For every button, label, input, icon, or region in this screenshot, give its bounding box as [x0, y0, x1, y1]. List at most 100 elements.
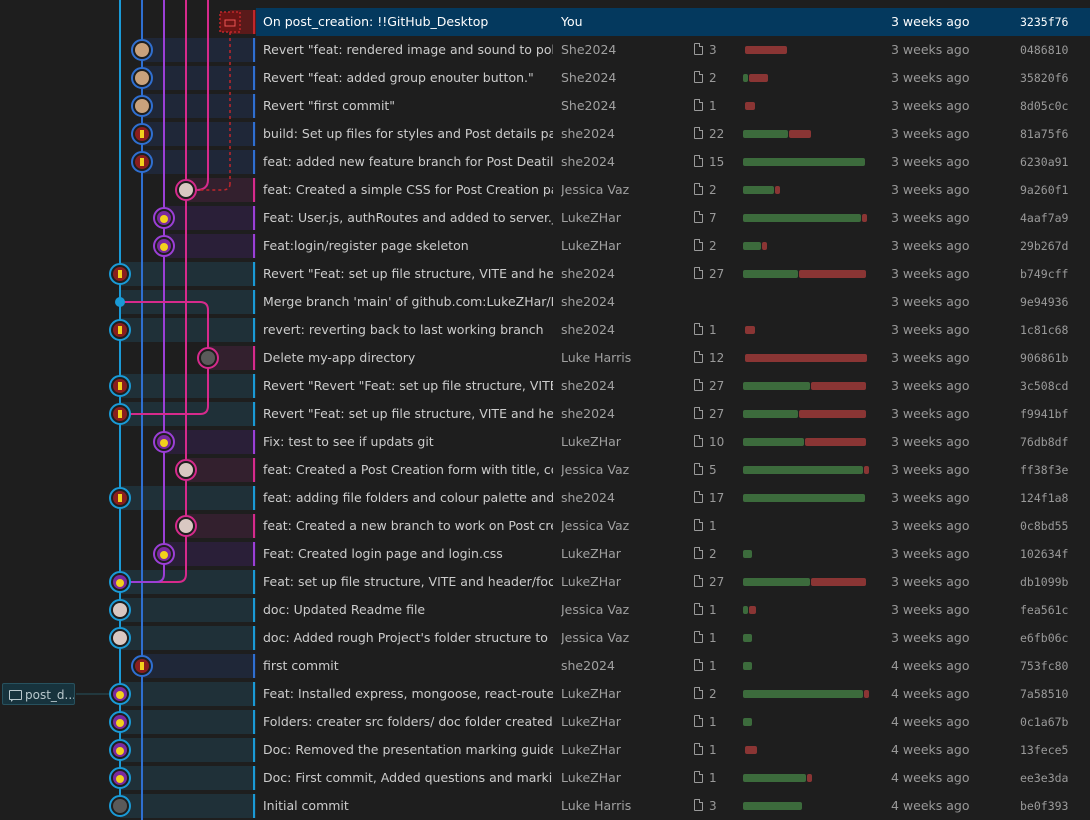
commit-sha[interactable]: 124f1a8	[1020, 484, 1090, 512]
changed-files-count: 2	[694, 232, 734, 260]
row-lane-marker	[253, 430, 255, 454]
commit-row[interactable]: feat: Created a new branch to work on Po…	[256, 512, 1090, 540]
file-icon	[694, 43, 703, 55]
commit-sha[interactable]: be0f393	[1020, 792, 1090, 820]
changed-files-count: 1	[694, 624, 734, 652]
commit-sha[interactable]: 0486810	[1020, 36, 1090, 64]
commit-date: 3 weeks ago	[891, 602, 970, 617]
commit-sha[interactable]: 6230a91	[1020, 148, 1090, 176]
deletions-bar	[861, 214, 867, 222]
commit-sha[interactable]: 7a58510	[1020, 680, 1090, 708]
files-count: 27	[709, 575, 725, 589]
commit-row[interactable]: build: Set up files for styles and Post …	[256, 120, 1090, 148]
commit-author: LukeZHar	[561, 686, 621, 701]
commit-sha[interactable]: 4aaf7a9	[1020, 204, 1090, 232]
commit-row[interactable]: Revert "Revert "Feat: set up file struct…	[256, 372, 1090, 400]
commit-row[interactable]: Feat:login/register page skeleton LukeZHa…	[256, 232, 1090, 260]
diff-stat-bar	[743, 624, 878, 652]
commit-row[interactable]: Revert "Feat: set up file structure, VIT…	[256, 260, 1090, 288]
commit-sha[interactable]: ee3e3da	[1020, 764, 1090, 792]
additions-bar	[743, 410, 799, 418]
files-count: 1	[709, 631, 717, 645]
avatar-she-pixel-emblem	[118, 494, 122, 502]
commit-date: 3 weeks ago	[891, 518, 970, 533]
commit-author: LukeZHar	[561, 210, 621, 225]
commit-sha[interactable]: 102634f	[1020, 540, 1090, 568]
commit-sha[interactable]: 29b267d	[1020, 232, 1090, 260]
branch-tag[interactable]: post_d...	[2, 683, 75, 705]
commit-sha[interactable]: 1c81c68	[1020, 316, 1090, 344]
commit-sha[interactable]: 753fc80	[1020, 652, 1090, 680]
row-lane-marker	[253, 150, 255, 174]
deletions-bar	[864, 466, 870, 474]
files-count: 1	[709, 323, 717, 337]
commit-row[interactable]: revert: reverting back to last working b…	[256, 316, 1090, 344]
row-lane-marker	[253, 206, 255, 230]
commit-sha[interactable]: 906861b	[1020, 344, 1090, 372]
commit-row[interactable]: Folders: creater src folders/ doc folder…	[256, 708, 1090, 736]
commit-row[interactable]: doc: Updated Readme file Jessica Vaz 1 3 we…	[256, 596, 1090, 624]
commit-sha[interactable]: b749cff	[1020, 260, 1090, 288]
commit-row[interactable]: Merge branch 'main' of github.com:LukeZH…	[256, 288, 1090, 316]
row-lane-marker	[253, 122, 255, 146]
diff-stat-bar	[743, 652, 878, 680]
commit-sha[interactable]: f9941bf	[1020, 400, 1090, 428]
commit-sha[interactable]: 0c8bd55	[1020, 512, 1090, 540]
avatar-luke-harris-face	[201, 351, 215, 365]
commit-sha[interactable]: 76db8df	[1020, 428, 1090, 456]
commit-sha[interactable]: 3c508cd	[1020, 372, 1090, 400]
commit-author: she2024	[561, 406, 615, 421]
commit-author: Jessica Vaz	[561, 462, 630, 477]
diff-stat-bar	[743, 456, 878, 484]
commit-row[interactable]: Feat: set up file structure, VITE and he…	[256, 568, 1090, 596]
files-count: 1	[709, 519, 717, 533]
avatar-lukezhar-emblem	[116, 579, 124, 587]
commit-date: 3 weeks ago	[891, 462, 970, 477]
commit-row[interactable]: Initial commit Luke Harris 3 4 weeks ago be0…	[256, 792, 1090, 820]
commit-row[interactable]: Revert "Feat: set up file structure, VIT…	[256, 400, 1090, 428]
commit-row[interactable]: Revert "first commit" She2024 1 3 weeks ago…	[256, 92, 1090, 120]
commit-row[interactable]: Feat: User.js, authRoutes and added to s…	[256, 204, 1090, 232]
commit-row[interactable]: Doc: First commit, Added questions and m…	[256, 764, 1090, 792]
commit-sha[interactable]: 8d05c0c	[1020, 92, 1090, 120]
commit-date: 3 weeks ago	[891, 322, 970, 337]
commit-sha[interactable]: 13fece5	[1020, 736, 1090, 764]
changed-files-count: 1	[694, 736, 734, 764]
commit-sha[interactable]: 9a260f1	[1020, 176, 1090, 204]
commit-sha[interactable]: 3235f76	[1020, 8, 1090, 36]
commit-row[interactable]: Feat: Installed express, mongoose, react…	[256, 680, 1090, 708]
commit-message: Feat: User.js, authRoutes and added to s…	[263, 210, 553, 225]
commit-sha[interactable]: 35820f6	[1020, 64, 1090, 92]
commit-row[interactable]: doc: Added rough Project's folder struct…	[256, 624, 1090, 652]
commit-row[interactable]: On post_creation: !!GitHub_Desktop You 3 w…	[256, 8, 1090, 36]
commit-row[interactable]: first commit she2024 1 4 weeks ago 753fc80	[256, 652, 1090, 680]
commit-row[interactable]: Doc: Removed the presentation marking gu…	[256, 736, 1090, 764]
files-count: 1	[709, 99, 717, 113]
changed-files-count: 1	[694, 316, 734, 344]
commit-sha[interactable]: fea561c	[1020, 596, 1090, 624]
commit-row[interactable]: Delete my-app directory Luke Harris 12 3 we…	[256, 344, 1090, 372]
deletions-bar	[745, 102, 756, 110]
commit-row[interactable]: Feat: Created login page and login.css Lu…	[256, 540, 1090, 568]
commit-date: 3 weeks ago	[891, 294, 970, 309]
commit-row[interactable]: Revert "feat: added group enouter button…	[256, 64, 1090, 92]
row-lane-marker	[253, 542, 255, 566]
commit-row[interactable]: Fix: test to see if updats git LukeZHar 10…	[256, 428, 1090, 456]
commit-row[interactable]: feat: Created a Post Creation form with …	[256, 456, 1090, 484]
commit-row[interactable]: feat: added new feature branch for Post …	[256, 148, 1090, 176]
commit-sha[interactable]: ff38f3e	[1020, 456, 1090, 484]
commit-sha[interactable]: 9e94936	[1020, 288, 1090, 316]
avatar-she-pixel-emblem	[118, 410, 122, 418]
commit-row[interactable]: Revert "feat: rendered image and sound t…	[256, 36, 1090, 64]
commit-sha[interactable]: db1099b	[1020, 568, 1090, 596]
file-icon	[694, 547, 703, 559]
commit-row[interactable]: feat: Created a simple CSS for Post Crea…	[256, 176, 1090, 204]
commit-message: Revert "first commit"	[263, 98, 396, 113]
diff-stat-bar	[743, 680, 878, 708]
commit-sha[interactable]: 0c1a67b	[1020, 708, 1090, 736]
commit-author: She2024	[561, 98, 617, 113]
commit-sha[interactable]: e6fb06c	[1020, 624, 1090, 652]
avatar-she-photo-face	[135, 99, 149, 113]
commit-sha[interactable]: 81a75f6	[1020, 120, 1090, 148]
commit-row[interactable]: feat: adding file folders and colour pal…	[256, 484, 1090, 512]
